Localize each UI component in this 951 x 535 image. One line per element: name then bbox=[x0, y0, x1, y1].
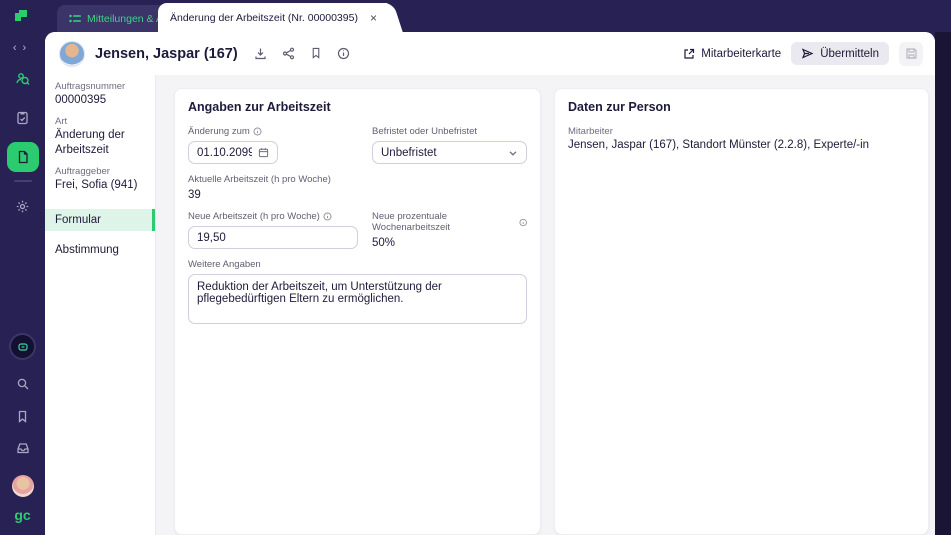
neue-arbeitszeit-field: Neue Arbeitszeit (h pro Woche) bbox=[188, 211, 358, 249]
card-title: Angaben zur Arbeitszeit bbox=[188, 100, 331, 114]
weitere-angaben-textarea[interactable]: Reduktion der Arbeitszeit, um Unterstütz… bbox=[188, 274, 527, 324]
left-icon-rail: ‹› gc bbox=[0, 32, 45, 535]
person-card: Daten zur Person Mitarbeiter Jensen, Jas… bbox=[554, 88, 929, 535]
nav-item-formular[interactable]: Formular bbox=[45, 208, 155, 231]
field-value: 00000395 bbox=[55, 94, 107, 106]
field-label: Art bbox=[55, 115, 68, 127]
field-value: Jensen, Jaspar (167), Standort Münster (… bbox=[568, 139, 870, 151]
bookmark-icon[interactable] bbox=[310, 47, 322, 60]
inbox-icon[interactable] bbox=[8, 433, 38, 463]
save-button[interactable] bbox=[899, 41, 923, 66]
field-value: Änderung der Arbeitszeit bbox=[55, 128, 125, 156]
mitarbeiterkarte-button[interactable]: Mitarbeiterkarte bbox=[683, 48, 781, 60]
user-avatar[interactable] bbox=[11, 475, 34, 497]
assistant-avatar[interactable] bbox=[9, 333, 36, 360]
field-label: Auftragsnummer bbox=[55, 81, 126, 92]
search-icon[interactable] bbox=[8, 369, 38, 399]
field-label: Mitarbeiter bbox=[568, 126, 613, 137]
aenderung-zum-field: Änderung zum bbox=[188, 126, 358, 164]
chevron-down-icon bbox=[508, 148, 518, 158]
settings-gear-icon[interactable] bbox=[8, 191, 38, 221]
date-input-wrap bbox=[188, 141, 278, 164]
employee-avatar bbox=[59, 40, 85, 67]
page-title: Jensen, Jaspar (167) bbox=[95, 45, 238, 62]
forms-document-icon-active[interactable] bbox=[6, 142, 39, 172]
field-label: Neue prozentuale Wochenarbeitszeit bbox=[372, 211, 450, 233]
befristung-field: Befristet oder Unbefristet Unbefristet bbox=[372, 126, 527, 164]
field-label: Aktuelle Arbeitszeit (h pro Woche) bbox=[188, 174, 331, 185]
share-icon[interactable] bbox=[282, 47, 295, 60]
prozentuale-value: 50% bbox=[372, 237, 396, 249]
download-icon[interactable] bbox=[254, 47, 267, 60]
right-edge-strip bbox=[935, 32, 951, 535]
field-label: Neue Arbeitszeit (h pro Woche) bbox=[188, 211, 320, 222]
info-icon bbox=[323, 212, 332, 221]
arbeitszeit-card: Angaben zur Arbeitszeit Änderung zum 01.… bbox=[174, 88, 541, 535]
calendar-icon[interactable] bbox=[258, 147, 269, 158]
list-icon bbox=[69, 14, 81, 22]
aktuelle-arbeitszeit-field: Aktuelle Arbeitszeit (h pro Woche) 39 bbox=[188, 174, 358, 201]
history-nav-arrows[interactable]: ‹› bbox=[13, 42, 32, 54]
main-window: Jensen, Jaspar (167) Mitarbeiterkarte Üb… bbox=[45, 32, 935, 535]
tasks-clipboard-icon[interactable] bbox=[8, 102, 38, 132]
selected-option: Unbefristet bbox=[381, 146, 437, 159]
close-icon[interactable]: × bbox=[366, 11, 381, 25]
gc-logo: gc bbox=[14, 507, 31, 523]
field-label: Befristet oder Unbefristet bbox=[372, 126, 478, 137]
field-label: Änderung zum bbox=[188, 126, 250, 137]
field-label: Auftraggeber bbox=[55, 165, 110, 177]
befristung-select[interactable]: Unbefristet bbox=[372, 141, 527, 164]
uebermitteln-button[interactable]: Übermitteln bbox=[791, 42, 889, 65]
mitarbeiter-field: Mitarbeiter Jensen, Jaspar (167), Stando… bbox=[568, 126, 915, 151]
info-icon[interactable] bbox=[337, 47, 350, 60]
rail-divider bbox=[13, 180, 32, 182]
external-link-icon bbox=[684, 48, 695, 59]
order-type-field: Art Änderung der Arbeitszeit bbox=[45, 116, 155, 158]
app-logo-icon bbox=[15, 10, 27, 21]
send-icon bbox=[802, 48, 814, 59]
order-number-field: Auftragsnummer 00000395 bbox=[45, 81, 155, 108]
info-icon bbox=[519, 218, 527, 226]
field-value: Frei, Sofia (941) bbox=[55, 178, 138, 191]
record-header: Jensen, Jaspar (167) Mitarbeiterkarte Üb… bbox=[45, 32, 935, 75]
tab-label: Änderung der Arbeitszeit (Nr. 00000395) bbox=[170, 11, 358, 24]
uebermitteln-label: Übermitteln bbox=[820, 47, 879, 60]
field-label: Weitere Angaben bbox=[188, 259, 261, 270]
prozentuale-wochenarbeitszeit-field: Neue prozentuale Wochenarbeitszeit 50% bbox=[372, 211, 527, 249]
form-content-area: Angaben zur Arbeitszeit Änderung zum 01.… bbox=[156, 75, 935, 535]
order-side-panel: Auftragsnummer 00000395 Art Änderung der… bbox=[45, 75, 156, 535]
top-tab-bar: Mitteilungen & Anträge Änderung der Arbe… bbox=[0, 0, 951, 32]
order-section-nav: Formular Abstimmung bbox=[45, 208, 155, 261]
tab-aenderung-arbeitszeit[interactable]: Änderung der Arbeitszeit (Nr. 00000395) … bbox=[158, 3, 387, 32]
save-icon bbox=[905, 48, 917, 59]
bookmark-icon[interactable] bbox=[8, 401, 38, 431]
nav-item-abstimmung[interactable]: Abstimmung bbox=[45, 239, 155, 261]
neue-arbeitszeit-input[interactable] bbox=[197, 231, 349, 244]
weitere-angaben-field: Weitere Angaben Reduktion der Arbeitszei… bbox=[188, 259, 527, 329]
aenderung-zum-input[interactable] bbox=[197, 146, 252, 159]
card-title: Daten zur Person bbox=[568, 100, 671, 114]
mitarbeiterkarte-label: Mitarbeiterkarte bbox=[701, 47, 782, 60]
neue-arbeitszeit-input-wrap bbox=[188, 226, 358, 249]
people-search-icon[interactable] bbox=[8, 63, 38, 93]
info-icon bbox=[253, 127, 262, 136]
aktuelle-arbeitszeit-value: 39 bbox=[188, 189, 201, 201]
order-requester-field: Auftraggeber Frei, Sofia (941) bbox=[45, 166, 155, 193]
